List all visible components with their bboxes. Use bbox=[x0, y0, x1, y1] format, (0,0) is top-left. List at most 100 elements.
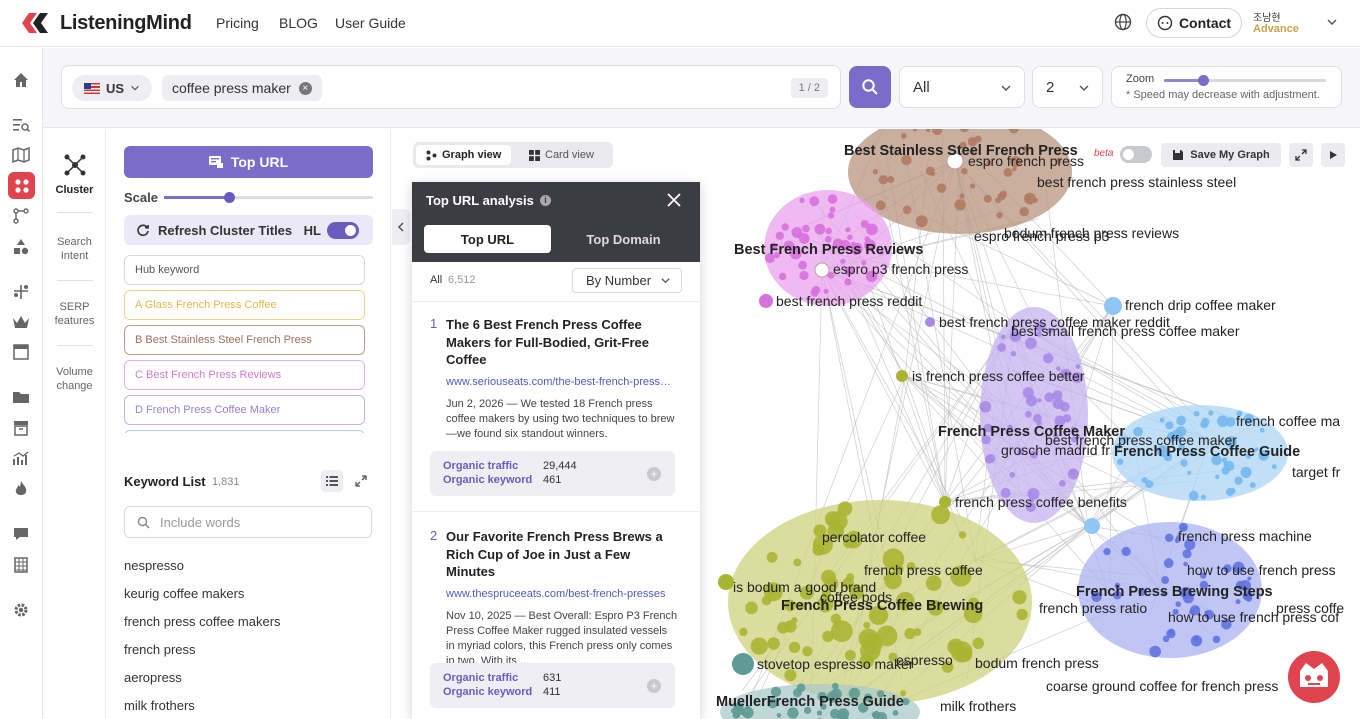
keyword-node[interactable] bbox=[1121, 546, 1131, 557]
shapes-icon[interactable] bbox=[11, 237, 31, 257]
keyword-node[interactable] bbox=[847, 234, 853, 240]
keyword-list-item[interactable]: french press coffee makers bbox=[124, 614, 281, 629]
keyword-node[interactable] bbox=[961, 167, 968, 175]
keyword-node[interactable] bbox=[796, 683, 806, 692]
keyword-node[interactable] bbox=[793, 558, 802, 567]
close-icon[interactable] bbox=[666, 192, 682, 208]
keyword-label[interactable]: espresso bbox=[896, 652, 953, 668]
keyword-node[interactable] bbox=[1104, 297, 1122, 315]
keyword-node[interactable] bbox=[1025, 395, 1038, 407]
cluster-item[interactable]: D French Press Coffee Maker bbox=[124, 395, 365, 425]
keyword-node[interactable] bbox=[788, 641, 801, 654]
keyword-node[interactable] bbox=[887, 176, 895, 184]
hub-keyword-item[interactable]: Hub keyword bbox=[124, 255, 365, 285]
keyword-node[interactable] bbox=[872, 710, 881, 719]
keyword-node[interactable] bbox=[824, 511, 841, 527]
subnav-search-intent[interactable]: Search Intent bbox=[43, 235, 106, 263]
keyword-node[interactable] bbox=[1225, 487, 1235, 496]
keyword-node[interactable] bbox=[1224, 460, 1235, 472]
nav-blog[interactable]: BLOG bbox=[279, 15, 318, 31]
keyword-node[interactable] bbox=[863, 621, 871, 629]
contact-button[interactable]: Contact bbox=[1146, 8, 1242, 38]
play-button[interactable] bbox=[1321, 143, 1345, 167]
keyword-node[interactable] bbox=[1212, 635, 1221, 644]
keyword-node[interactable] bbox=[954, 199, 966, 211]
keyword-node[interactable] bbox=[732, 653, 754, 675]
keyword-node[interactable] bbox=[956, 646, 973, 663]
list-view-button[interactable] bbox=[321, 470, 343, 492]
keyword-node[interactable] bbox=[1180, 459, 1188, 467]
cluster-title-label[interactable]: French Press Brewing Steps bbox=[1076, 584, 1273, 600]
chat-icon[interactable] bbox=[11, 524, 31, 544]
keyword-node[interactable] bbox=[1016, 608, 1028, 621]
keyword-node[interactable] bbox=[1163, 558, 1174, 569]
keyword-node[interactable] bbox=[812, 544, 825, 556]
keyword-node[interactable] bbox=[931, 505, 950, 525]
keyword-node[interactable] bbox=[837, 501, 853, 517]
keyword-node[interactable] bbox=[1193, 635, 1200, 642]
keyword-node[interactable] bbox=[831, 682, 839, 690]
keyword-node[interactable] bbox=[1025, 410, 1032, 418]
archive-icon[interactable] bbox=[11, 418, 31, 438]
keyword-node[interactable] bbox=[1176, 415, 1186, 426]
keyword-node[interactable] bbox=[1009, 472, 1016, 478]
user-name[interactable]: 조남현 bbox=[1253, 9, 1281, 24]
keyword-node[interactable] bbox=[1234, 476, 1243, 485]
keyword-node[interactable] bbox=[775, 231, 785, 240]
keyword-label[interactable]: best french press reddit bbox=[776, 293, 922, 309]
keyword-node[interactable] bbox=[829, 206, 836, 213]
keyword-node[interactable] bbox=[925, 317, 935, 327]
keyword-node[interactable] bbox=[876, 625, 898, 647]
keyword-label[interactable]: french coffee ma bbox=[1236, 413, 1340, 429]
keyword-node[interactable] bbox=[939, 496, 951, 508]
nav-pricing[interactable]: Pricing bbox=[216, 15, 259, 31]
cluster-network-icon[interactable] bbox=[63, 153, 87, 177]
intent-icon[interactable] bbox=[11, 282, 31, 302]
keyword-node[interactable] bbox=[809, 196, 820, 207]
result-title[interactable]: The 6 Best French Press Coffee Makers fo… bbox=[446, 316, 678, 369]
keyword-node[interactable] bbox=[827, 212, 835, 219]
keyword-node[interactable] bbox=[827, 194, 838, 204]
keyword-label[interactable]: espro p3 french press bbox=[833, 261, 968, 277]
keyword-node[interactable] bbox=[799, 197, 805, 204]
keyword-node[interactable] bbox=[866, 223, 878, 236]
keyword-label[interactable]: percolator coffee bbox=[822, 529, 926, 545]
keyword-node[interactable] bbox=[798, 260, 807, 270]
keyword-node[interactable] bbox=[1003, 168, 1013, 177]
keyword-node[interactable] bbox=[814, 262, 830, 278]
keyword-node[interactable] bbox=[984, 454, 994, 464]
result-url[interactable]: www.thespruceeats.com/best-french-presse… bbox=[446, 588, 672, 600]
keyword-node[interactable] bbox=[791, 617, 798, 624]
keyword-list-item[interactable]: aeropress bbox=[124, 670, 182, 685]
keyword-node[interactable] bbox=[1042, 353, 1054, 364]
keyword-node[interactable] bbox=[1162, 635, 1170, 643]
keyword-node[interactable] bbox=[1193, 410, 1200, 417]
keyword-node[interactable] bbox=[1159, 417, 1165, 423]
path-finder-icon[interactable] bbox=[11, 145, 31, 165]
keyword-node[interactable] bbox=[997, 343, 1007, 352]
cluster-item[interactable]: B Best Stainless Steel French Press bbox=[124, 325, 365, 355]
keyword-node[interactable] bbox=[1201, 417, 1210, 426]
keyword-node[interactable] bbox=[892, 710, 899, 716]
keyword-list-item[interactable]: milk frothers bbox=[124, 698, 195, 713]
sort-select[interactable]: By Number bbox=[572, 268, 682, 293]
keyword-node[interactable] bbox=[1149, 645, 1162, 658]
fire-icon[interactable] bbox=[11, 479, 31, 499]
keyword-node[interactable] bbox=[969, 183, 976, 189]
keyword-label[interactable]: stovetop espresso maker bbox=[757, 656, 914, 672]
keyword-node[interactable] bbox=[799, 270, 809, 281]
fullscreen-button[interactable] bbox=[1289, 143, 1313, 167]
cluster-title-label[interactable]: MuellerFrench Press Guide bbox=[716, 694, 904, 710]
keyword-list-item[interactable]: french press bbox=[124, 642, 196, 657]
keyword-label[interactable]: french press coffee benefits bbox=[955, 494, 1127, 510]
cluster-finder-icon[interactable] bbox=[8, 172, 35, 199]
collapse-panel-button[interactable] bbox=[392, 209, 410, 245]
keyword-node[interactable] bbox=[739, 627, 748, 637]
keyword-label[interactable]: best french press stainless steel bbox=[1037, 174, 1236, 190]
result-url[interactable]: www.seriouseats.com/the-best-french-pres… bbox=[446, 376, 672, 388]
keyword-label[interactable]: press coffe bbox=[1276, 600, 1344, 616]
keyword-node[interactable] bbox=[745, 601, 758, 615]
home-icon[interactable] bbox=[11, 70, 31, 90]
keyword-node[interactable] bbox=[1208, 410, 1214, 416]
keyword-node[interactable] bbox=[1164, 533, 1174, 543]
